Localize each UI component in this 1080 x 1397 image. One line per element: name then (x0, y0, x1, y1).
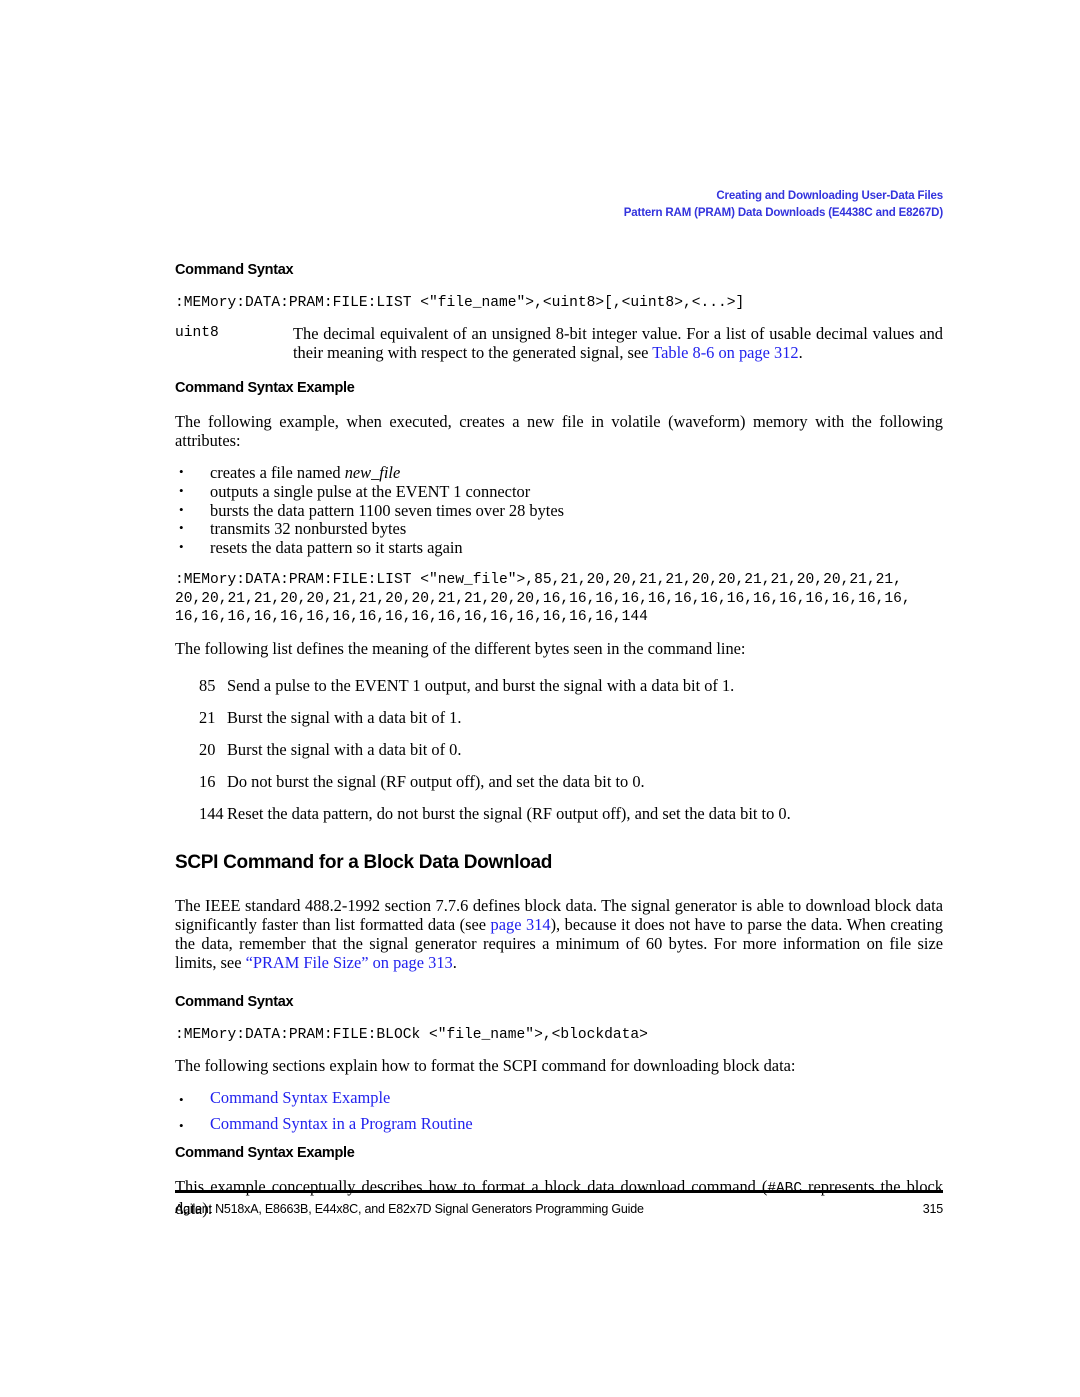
byte-meaning: Burst the signal with a data bit of 1. (227, 707, 462, 727)
link-command-syntax-program-routine[interactable]: Command Syntax in a Program Routine (210, 1114, 473, 1133)
link-pram-file-size[interactable]: “PRAM File Size” on page 313 (246, 953, 453, 972)
table-row: 16 Do not burst the signal (RF output of… (175, 772, 943, 791)
section-links-list: Command Syntax Example Command Syntax in… (175, 1085, 943, 1139)
byte-meanings-list: 85 Send a pulse to the EVENT 1 output, a… (175, 676, 943, 823)
attribute-text: outputs a single pulse at the EVENT 1 co… (210, 482, 531, 501)
heading-command-syntax-1: Command Syntax (175, 262, 294, 278)
example-command-block: :MEMory:DATA:PRAM:FILE:LIST <"new_file">… (175, 571, 943, 626)
attributes-list: creates a file named new_file outputs a … (175, 463, 943, 558)
byte-list-intro: The following list defines the meaning o… (175, 638, 746, 658)
list-item: creates a file named new_file (175, 463, 943, 483)
syntax-line-block: :MEMory:DATA:PRAM:FILE:BLOCk <"file_name… (175, 1026, 648, 1043)
byte-value: 85 (199, 675, 216, 695)
table-row: 20 Burst the signal with a data bit of 0… (175, 740, 943, 759)
attribute-text: creates a file named (210, 463, 345, 483)
list-item[interactable]: Command Syntax in a Program Routine (175, 1111, 943, 1139)
page-content: Command Syntax :MEMory:DATA:PRAM:FILE:LI… (175, 262, 943, 1218)
closing-paragraph-code: #ABC (767, 1181, 802, 1197)
byte-meaning: Do not burst the signal (RF output off),… (227, 771, 645, 791)
block-paragraph-part3: . (452, 952, 457, 972)
byte-meaning: Reset the data pattern, do not burst the… (227, 803, 791, 823)
byte-value: 16 (199, 771, 216, 791)
footer-rule (175, 1190, 943, 1193)
list-item[interactable]: Command Syntax Example (175, 1085, 943, 1113)
byte-value: 21 (199, 707, 216, 727)
link-page-314[interactable]: page 314 (491, 915, 551, 934)
attribute-text: transmits 32 nonbursted bytes (210, 519, 407, 539)
attribute-filename: new_file (344, 463, 401, 483)
uint8-description-text: The decimal equivalent of an unsigned 8-… (293, 324, 943, 363)
link-command-syntax-example[interactable]: Command Syntax Example (210, 1088, 390, 1107)
sections-intro-paragraph: The following sections explain how to fo… (175, 1056, 796, 1075)
list-item: resets the data pattern so it starts aga… (175, 537, 943, 558)
byte-value: 20 (199, 739, 216, 759)
table-row: 21 Burst the signal with a data bit of 1… (175, 708, 943, 727)
example-command-line-3: 16,16,16,16,16,16,16,16,16,16,16,16,16,1… (175, 609, 648, 626)
page-footer: Agilent N518xA, E8663B, E44x8C, and E82x… (175, 1202, 943, 1216)
attribute-text: bursts the data pattern 1100 seven times… (210, 500, 564, 520)
list-item: outputs a single pulse at the EVENT 1 co… (175, 482, 943, 502)
uint8-definition-row: uint8 The decimal equivalent of an unsig… (175, 324, 943, 362)
link-table-8-6[interactable]: Table 8-6 on page 312 (652, 343, 798, 362)
heading-command-syntax-example-1: Command Syntax Example (175, 380, 355, 397)
attribute-text: resets the data pattern so it starts aga… (210, 537, 463, 557)
example-command-line-2: 20,20,21,21,20,20,21,21,20,20,21,21,20,2… (175, 590, 911, 607)
table-row: 144 Reset the data pattern, do not burst… (175, 804, 943, 823)
running-header-line-2: Pattern RAM (PRAM) Data Downloads (E4438… (623, 207, 943, 219)
footer-title: Agilent N518xA, E8663B, E44x8C, and E82x… (175, 1202, 644, 1216)
list-item: bursts the data pattern 1100 seven times… (175, 500, 943, 521)
uint8-term: uint8 (175, 325, 219, 342)
heading-command-syntax-example-2: Command Syntax Example (175, 1145, 355, 1161)
running-header-line-1: Creating and Downloading User-Data Files (716, 190, 943, 202)
list-item: transmits 32 nonbursted bytes (175, 519, 943, 539)
footer-page-number: 315 (922, 1202, 943, 1216)
section-heading-block-data-download: SCPI Command for a Block Data Download (175, 851, 553, 873)
example-command-line-1: :MEMory:DATA:PRAM:FILE:LIST <"new_file">… (175, 572, 902, 589)
closing-paragraph-pre: This example conceptually describes how … (175, 1177, 768, 1196)
document-page: Creating and Downloading User-Data Files… (0, 0, 1080, 1397)
intro-paragraph: The following example, when executed, cr… (175, 412, 943, 451)
byte-meaning: Send a pulse to the EVENT 1 output, and … (227, 675, 735, 695)
running-header: Creating and Downloading User-Data Files… (0, 188, 943, 222)
block-data-paragraph: The IEEE standard 488.2-1992 section 7.7… (175, 896, 943, 972)
byte-meaning: Burst the signal with a data bit of 0. (227, 739, 462, 759)
byte-value: 144 (199, 803, 224, 823)
uint8-description: The decimal equivalent of an unsigned 8-… (293, 324, 943, 362)
uint8-description-tail: . (798, 343, 803, 363)
table-row: 85 Send a pulse to the EVENT 1 output, a… (175, 676, 943, 695)
heading-command-syntax-2: Command Syntax (175, 993, 294, 1010)
syntax-line-list: :MEMory:DATA:PRAM:FILE:LIST <"file_name"… (175, 295, 745, 311)
